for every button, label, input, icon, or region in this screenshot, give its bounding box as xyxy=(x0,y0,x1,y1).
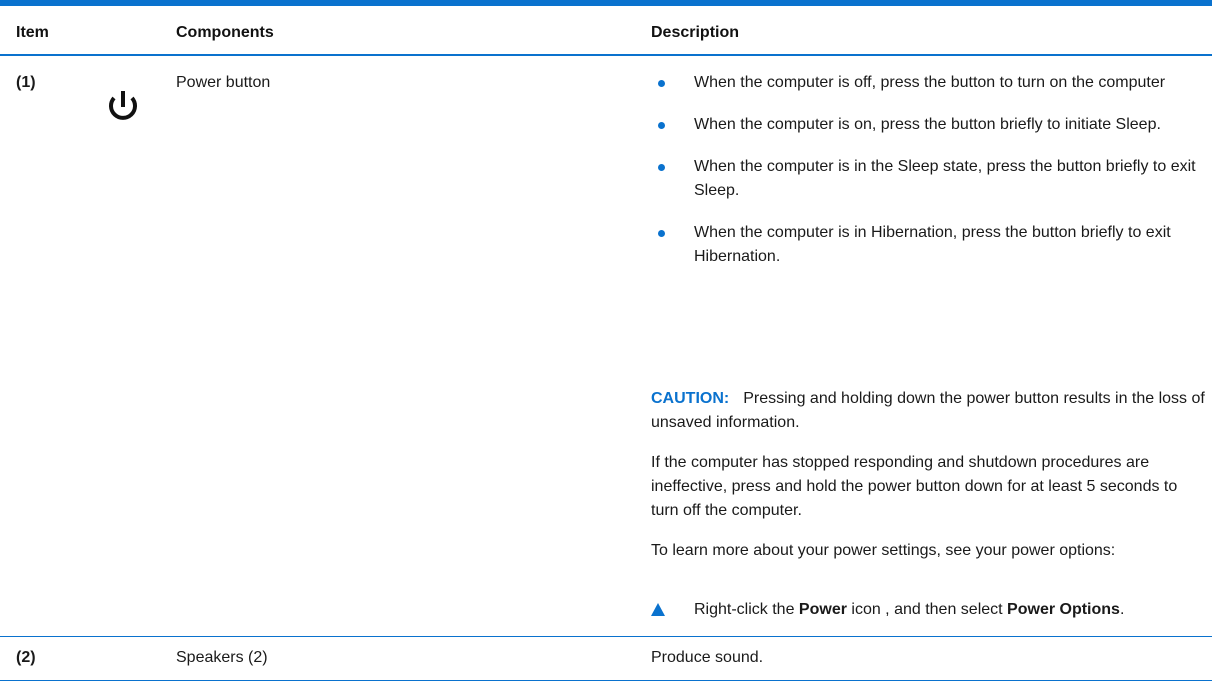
bullet-text: When the computer is on, press the butto… xyxy=(694,116,1161,133)
row-1-item-number: (1) xyxy=(16,74,36,91)
step-arrow-icon xyxy=(651,603,665,616)
header-components: Components xyxy=(176,24,274,41)
caution-note: CAUTION: Pressing and holding down the po… xyxy=(651,387,1206,435)
bullet-icon xyxy=(658,230,665,237)
power-button-behaviors: When the computer is off, press the butt… xyxy=(651,71,1201,287)
row-1-component: Power button xyxy=(176,74,271,91)
bullet-icon xyxy=(658,80,665,87)
step-power-term: Power xyxy=(798,601,847,618)
step-middle: icon , and then select xyxy=(846,601,1008,618)
caution-label: CAUTION: xyxy=(651,390,730,407)
step-suffix: . xyxy=(1119,601,1125,618)
header-item: Item xyxy=(16,24,49,41)
list-item: When the computer is in Hibernation, pre… xyxy=(651,221,1204,269)
row-divider xyxy=(0,636,1212,637)
bullet-text: When the computer is in the Sleep state,… xyxy=(694,158,1196,199)
table-header-row: Item Components Description xyxy=(0,6,1212,56)
bullet-icon xyxy=(658,164,665,171)
bullet-icon xyxy=(658,122,665,129)
list-item: When the computer is in the Sleep state,… xyxy=(651,155,1201,203)
header-description: Description xyxy=(651,24,740,41)
table-bottom-rule xyxy=(0,680,1212,681)
row-2-component: Speakers (2) xyxy=(176,649,268,666)
row-2-description: Produce sound. xyxy=(651,649,764,666)
list-item: When the computer is on, press the butto… xyxy=(651,113,1194,137)
step-prefix: Right-click the xyxy=(694,601,799,618)
step-power-options-term: Power Options xyxy=(1007,601,1120,618)
unresponsive-paragraph: If the computer has stopped responding a… xyxy=(651,454,1178,519)
component-table: Item Components Description (1) Power bu… xyxy=(0,0,1212,686)
row-2-item-number: (2) xyxy=(16,649,36,666)
power-icon xyxy=(109,91,137,120)
power-settings-paragraph: To learn more about your power settings,… xyxy=(651,542,1116,559)
list-item: When the computer is off, press the butt… xyxy=(651,71,1194,95)
bullet-text: When the computer is off, press the butt… xyxy=(694,74,1166,91)
caution-text: Pressing and holding down the power butt… xyxy=(651,390,1205,431)
step-text: Right-click the Power icon , and then se… xyxy=(694,598,1124,622)
bullet-text: When the computer is in Hibernation, pre… xyxy=(694,224,1171,265)
